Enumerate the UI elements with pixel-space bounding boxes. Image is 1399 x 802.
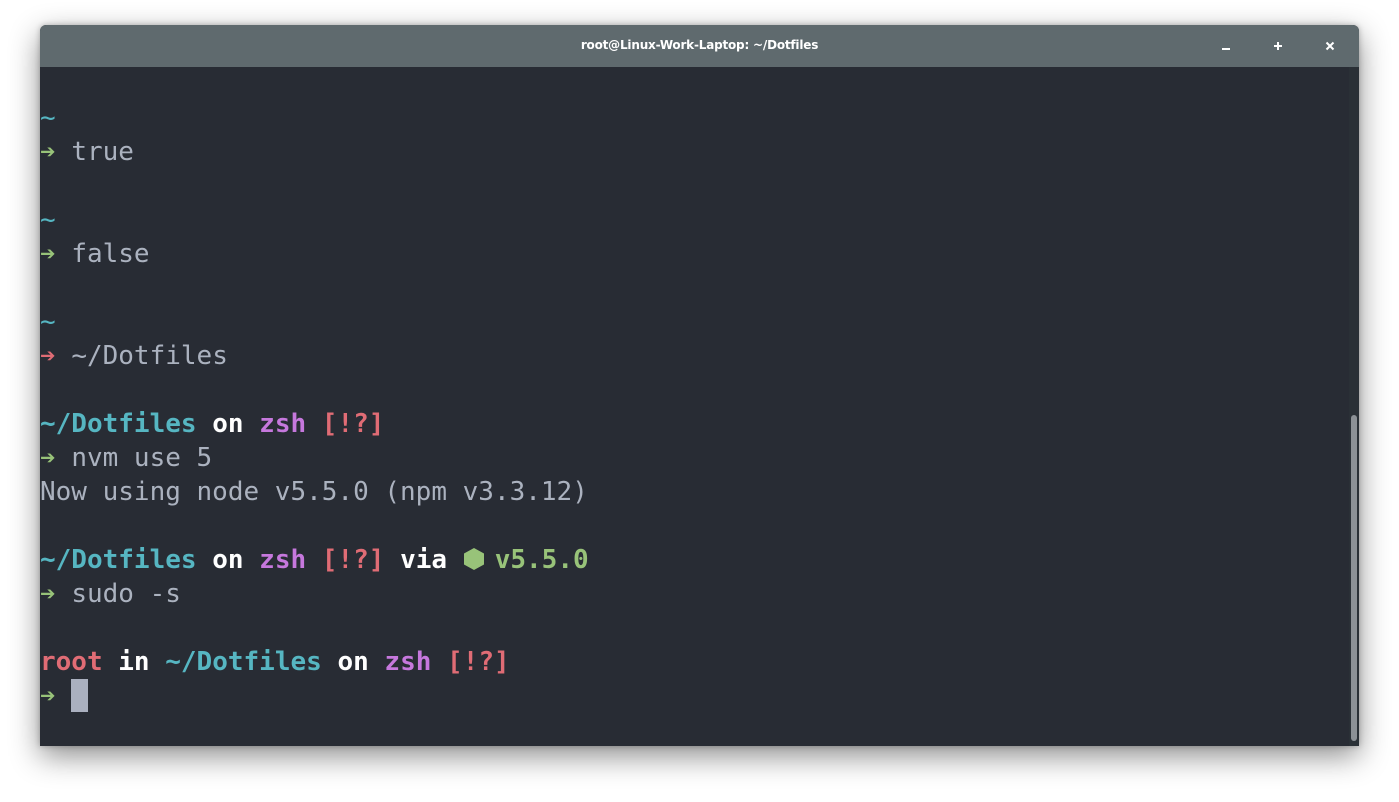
maximize-button[interactable] (1268, 36, 1288, 56)
minimize-icon (1222, 48, 1230, 50)
input-line[interactable]: ➔ (40, 679, 89, 713)
prompt-arrow-icon: ➔ (40, 681, 56, 711)
node-version: v5.5.0 (494, 545, 589, 575)
command-output: Now using node v5.5.0 (npm v3.3.12) (40, 477, 588, 507)
prompt-line: root in ~/Dotfiles on zsh [!?] (40, 645, 510, 679)
prompt-arrow-icon: ➔ (40, 443, 56, 473)
git-status: [!?] (321, 409, 385, 439)
prompt-arrow-icon: ➔ (40, 579, 56, 609)
command-text: sudo -s (71, 579, 181, 609)
command-line: ➔ true (40, 135, 134, 169)
git-branch: zsh (384, 647, 432, 677)
prompt-arrow-icon: ➔ (40, 137, 56, 167)
git-branch: zsh (259, 409, 307, 439)
command-line: ➔ sudo -s (40, 577, 181, 611)
window-title: root@Linux-Work-Laptop: ~/Dotfiles (580, 38, 819, 52)
close-icon (1325, 41, 1335, 51)
prompt-on: on (212, 409, 244, 439)
prompt-line: ~/Dotfiles on zsh [!?] (40, 407, 384, 441)
command-line: ➔ nvm use 5 (40, 441, 212, 475)
text-cursor (71, 679, 89, 712)
git-status: [!?] (321, 545, 385, 575)
minimize-button[interactable] (1216, 36, 1236, 56)
terminal-output[interactable]: ~ ➔ true ~ ➔ false ~ ➔ ~/Dotfiles ~/Dotf… (40, 67, 1349, 746)
prompt-directory: ~/Dotfiles (165, 647, 322, 677)
command-text: ~/Dotfiles (71, 341, 228, 371)
prompt-tilde: ~ (40, 205, 56, 235)
prompt-tilde: ~ (40, 103, 56, 133)
command-text: false (71, 239, 150, 269)
prompt-user: root (40, 647, 103, 677)
close-button[interactable] (1320, 36, 1340, 56)
scrollbar-thumb[interactable] (1351, 415, 1357, 741)
nodejs-hexagon-icon (463, 548, 484, 570)
git-status: [!?] (447, 647, 510, 677)
prompt-on: on (337, 647, 369, 677)
prompt-via: via (400, 545, 448, 575)
command-text: true (71, 137, 134, 167)
prompt-tilde: ~ (40, 307, 56, 337)
prompt-directory: ~/Dotfiles (40, 409, 197, 439)
plus-icon (1274, 42, 1282, 50)
prompt-directory: ~/Dotfiles (40, 545, 197, 575)
prompt-arrow-icon: ➔ (40, 239, 56, 269)
title-bar[interactable]: root@Linux-Work-Laptop: ~/Dotfiles (40, 25, 1359, 67)
command-line: ➔ ~/Dotfiles (40, 339, 228, 373)
prompt-arrow-icon: ➔ (40, 341, 56, 371)
scrollbar[interactable] (1349, 67, 1359, 746)
prompt-on: on (212, 545, 244, 575)
git-branch: zsh (259, 545, 307, 575)
command-line: ➔ false (40, 237, 150, 271)
prompt-in: in (118, 647, 150, 677)
prompt-line: ~/Dotfiles on zsh [!?] via v5.5.0 (40, 543, 589, 577)
terminal-window: root@Linux-Work-Laptop: ~/Dotfiles ~ ➔ t… (40, 25, 1359, 746)
command-text: nvm use 5 (71, 443, 213, 473)
